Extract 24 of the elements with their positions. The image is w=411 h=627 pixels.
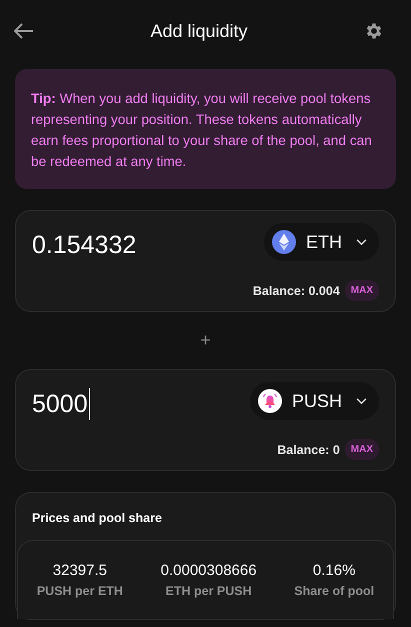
token-selector[interactable]: PUSH	[250, 382, 379, 420]
balance-label: Balance: 0.004	[252, 284, 340, 298]
amount-field[interactable]: 0.154332	[32, 230, 136, 260]
stat-label: Share of pool	[294, 584, 374, 598]
settings-icon[interactable]	[364, 21, 384, 41]
max-button[interactable]: MAX	[344, 280, 379, 301]
stat-value: 0.0000308666	[160, 562, 257, 579]
amount-field[interactable]: 5000	[32, 390, 88, 418]
ethereum-logo-icon	[272, 230, 296, 254]
stat-value: 32397.5	[52, 562, 108, 579]
chevron-down-icon	[356, 238, 367, 246]
max-button[interactable]: MAX	[344, 439, 379, 460]
token-selector[interactable]: ETH	[264, 223, 379, 261]
back-arrow-icon[interactable]	[14, 23, 34, 39]
stat-value: 0.16%	[312, 562, 356, 579]
bell-logo-icon	[258, 389, 282, 413]
plus-sign: +	[200, 330, 211, 351]
chevron-down-icon	[356, 398, 367, 404]
tip-text: Tip: When you add liquidity, you will receive pool tokens representing your position. These tokens automatically earn fees proportional to your share of the pool, and can be redeemed at any time.	[31, 91, 372, 169]
prices-title: Prices and pool share	[31, 510, 163, 525]
page-title: Add liquidity	[150, 20, 248, 42]
balance-label: Balance: 0	[277, 442, 340, 456]
stat-label: PUSH per ETH	[36, 584, 123, 598]
stat-label: ETH per PUSH	[166, 584, 252, 598]
